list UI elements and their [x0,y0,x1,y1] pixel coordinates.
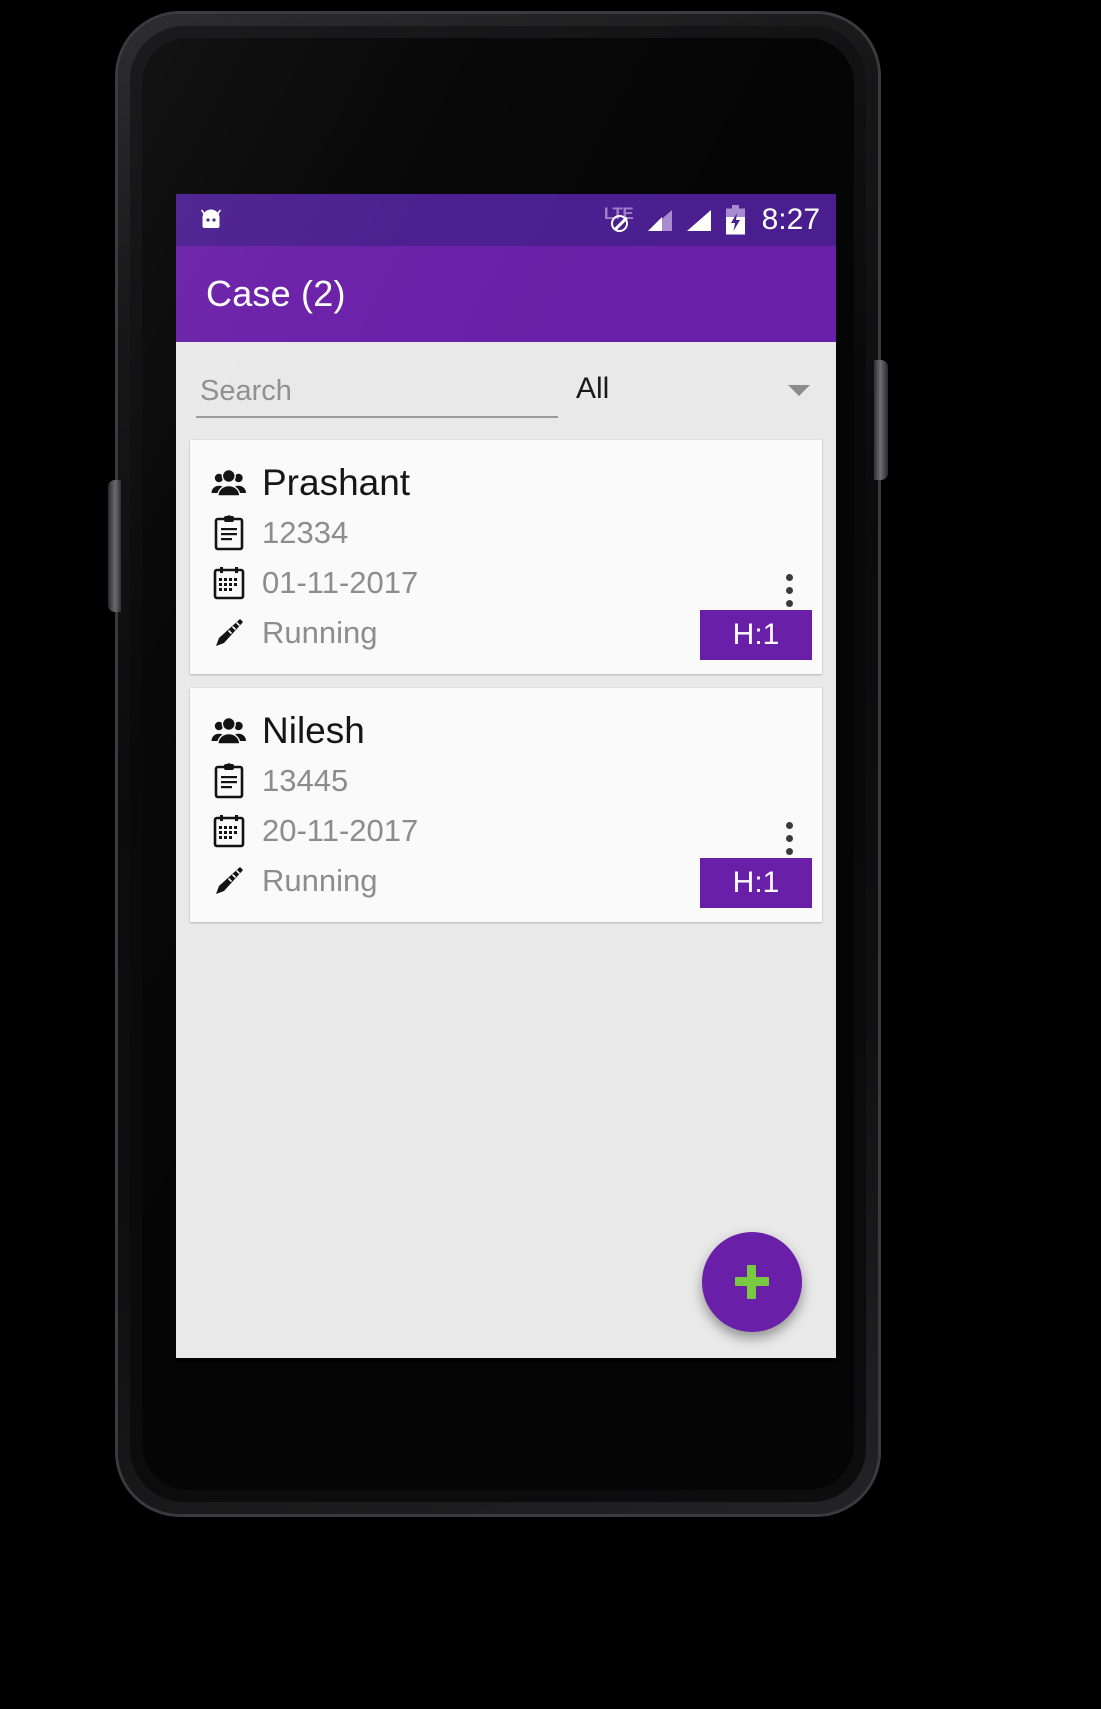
overflow-menu-icon[interactable] [772,812,806,864]
android-head-icon [201,209,221,228]
case-card[interactable]: Prashant 12334 01-11-2017 Running H:1 [190,440,822,674]
power-button[interactable] [874,360,888,480]
case-name-row: Nilesh [206,706,806,756]
filter-spinner[interactable]: All [570,360,818,418]
case-name: Nilesh [262,710,365,751]
lte-indicator: LTE [601,205,637,235]
case-name-row: Prashant [206,458,806,508]
status-bar-clock: 8:27 [761,203,820,236]
clipboard-icon [206,763,252,799]
case-date-row: 20-11-2017 [206,806,806,856]
case-name: Prashant [262,462,411,503]
action-bar: Case (2) [176,246,836,342]
clipboard-icon [206,515,252,551]
case-date-row: 01-11-2017 [206,558,806,608]
case-status: Running [262,863,378,898]
android-nav-bar [176,1358,836,1362]
pencil-icon [206,616,252,650]
case-number: 13445 [262,763,349,798]
search-field-wrapper [196,360,558,418]
case-number-row: 13445 [206,756,806,806]
case-date: 01-11-2017 [262,565,419,600]
people-group-icon [206,716,252,746]
status-badge[interactable]: H:1 [700,610,812,660]
overflow-menu-icon[interactable] [772,564,806,616]
signal-bars-icon [647,210,672,231]
status-bar-right: LTE 8:27 [601,205,820,235]
status-bar: LTE 8:27 [176,194,836,246]
case-list: Prashant 12334 01-11-2017 Running H:1 Ni… [176,436,836,1358]
status-bar-left [198,208,224,232]
case-number: 12334 [262,515,349,550]
calendar-icon [206,814,252,848]
filter-spinner-value: All [576,372,610,405]
case-status: Running [262,615,378,650]
case-card[interactable]: Nilesh 13445 20-11-2017 Running H:1 [190,688,822,922]
volume-button[interactable] [108,480,121,612]
status-badge[interactable]: H:1 [700,858,812,908]
people-group-icon [206,468,252,498]
page-title: Case (2) [206,273,346,314]
phone-screen: LTE 8:27 Case (2) Search All Prashant 12… [176,194,836,1362]
no-data-slash-icon [610,215,628,232]
chevron-down-icon [788,385,810,396]
search-input[interactable] [196,375,558,418]
screenshot-stage: LTE 8:27 Case (2) Search All Prashant 12… [0,0,1101,1709]
add-case-fab[interactable] [702,1232,802,1332]
filter-row: All [176,342,836,436]
case-date: 20-11-2017 [262,813,419,848]
calendar-icon [206,566,252,600]
case-number-row: 12334 [206,508,806,558]
plus-icon [735,1265,769,1299]
signal-bars-icon [686,210,711,231]
battery-charging-icon [725,205,745,235]
pencil-icon [206,864,252,898]
